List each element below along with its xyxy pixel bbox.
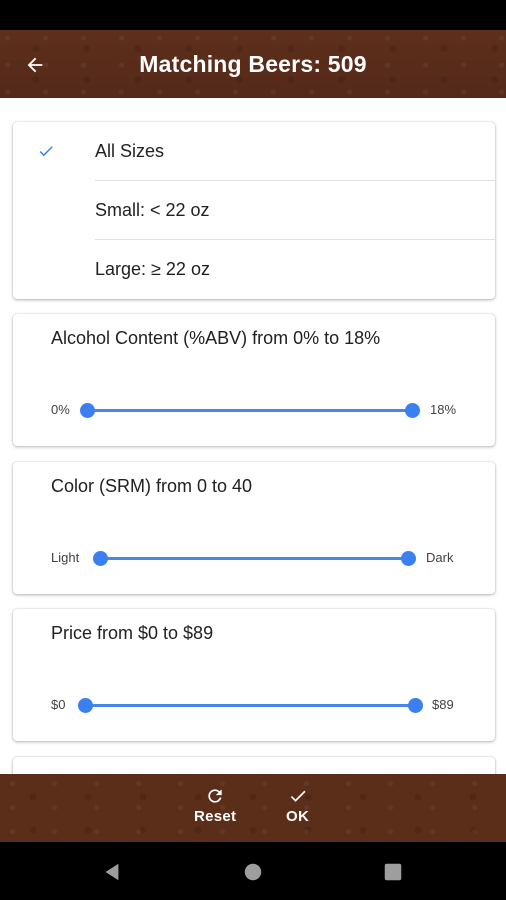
slider-title: Price from $0 to $89 (51, 623, 214, 643)
status-bar (0, 0, 506, 30)
size-filter-card: All Sizes Small: < 22 oz Large: ≥ 22 oz (13, 122, 495, 299)
slider-max-thumb[interactable] (401, 551, 416, 566)
slider-min-label: Light (51, 550, 80, 565)
refresh-icon (208, 789, 222, 803)
check-icon (290, 790, 306, 802)
slider-max-label: 18% (430, 402, 457, 417)
slider-track[interactable] (101, 557, 409, 560)
system-nav-bar (0, 842, 506, 900)
next-filter-card (13, 757, 495, 774)
size-option-small[interactable]: Small: < 22 oz (13, 181, 495, 240)
nav-home-icon[interactable] (242, 861, 264, 883)
app-bar: Matching Beers: 509 (0, 30, 506, 98)
slider-track[interactable] (87, 409, 413, 412)
size-option-label: Large: ≥ 22 oz (95, 259, 210, 279)
slider-min-label: 0% (51, 402, 70, 417)
filter-content[interactable]: All Sizes Small: < 22 oz Large: ≥ 22 oz … (0, 98, 506, 774)
slider-max-label: Dark (426, 550, 454, 565)
nav-recents-icon[interactable] (382, 861, 404, 883)
check-icon (39, 146, 53, 157)
reset-label: Reset (194, 808, 237, 825)
slider-track[interactable] (85, 704, 415, 707)
ok-button[interactable]: OK (286, 786, 309, 825)
page-title: Matching Beers: 509 (139, 51, 367, 77)
slider-max-thumb[interactable] (405, 403, 420, 418)
slider-min-thumb[interactable] (78, 698, 93, 713)
nav-back-icon[interactable] (101, 861, 123, 883)
slider-min-thumb[interactable] (93, 551, 108, 566)
size-option-all[interactable]: All Sizes (13, 122, 495, 181)
size-option-large[interactable]: Large: ≥ 22 oz (13, 240, 495, 299)
slider-title: Alcohol Content (%ABV) from 0% to 18% (51, 328, 381, 348)
abv-slider-card: Alcohol Content (%ABV) from 0% to 18% 0%… (13, 314, 495, 446)
bottom-action-bar: Reset OK (0, 774, 506, 842)
slider-max-thumb[interactable] (408, 698, 423, 713)
slider-min-label: $0 (51, 697, 66, 712)
slider-min-thumb[interactable] (80, 403, 95, 418)
color-slider-card: Color (SRM) from 0 to 40 Light Dark (13, 462, 495, 594)
slider-max-label: $89 (432, 697, 454, 712)
slider-title: Color (SRM) from 0 to 40 (51, 476, 253, 496)
size-option-label: Small: < 22 oz (95, 200, 210, 220)
size-option-label: All Sizes (95, 141, 165, 161)
ok-label: OK (286, 808, 310, 825)
price-slider-card: Price from $0 to $89 $0 $89 (13, 609, 495, 741)
reset-button[interactable]: Reset (194, 786, 236, 825)
